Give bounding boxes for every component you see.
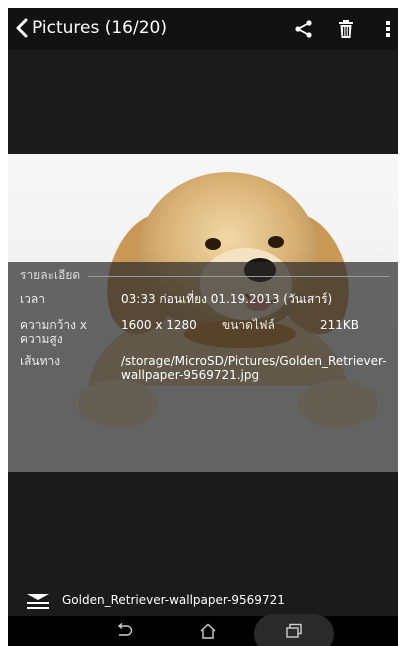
gallery-screen: Pictures (16/20) รายละเอียด เวลา 03:33 ก… bbox=[8, 8, 398, 646]
trash-icon[interactable] bbox=[332, 15, 360, 43]
filesize-label: ขนาดไฟล์ bbox=[222, 318, 275, 332]
path-value-line2: wallpaper-9569721.jpg bbox=[121, 368, 260, 382]
chevron-left-icon[interactable] bbox=[12, 16, 32, 40]
page-title[interactable]: Pictures (16/20) bbox=[32, 18, 167, 38]
dimensions-label-line1: ความกว้าง x bbox=[20, 318, 87, 332]
path-value-line1: /storage/MicroSD/Pictures/Golden_Retriev… bbox=[121, 354, 387, 368]
time-value: 03:33 ก่อนเที่ยง 01.19.2013 (วันเสาร์) bbox=[121, 292, 333, 306]
recents-icon[interactable] bbox=[274, 618, 314, 644]
file-name: Golden_Retriever-wallpaper-9569721 bbox=[62, 593, 285, 607]
share-icon[interactable] bbox=[290, 15, 318, 43]
menu-icon[interactable] bbox=[26, 592, 50, 610]
nav-back-icon[interactable] bbox=[104, 618, 144, 644]
filename-bar: Golden_Retriever-wallpaper-9569721 bbox=[8, 586, 398, 616]
details-panel: รายละเอียด เวลา 03:33 ก่อนเที่ยง 01.19.2… bbox=[8, 262, 398, 472]
dimensions-label-line2: ความสูง bbox=[20, 332, 63, 346]
more-vertical-icon[interactable] bbox=[374, 15, 398, 43]
home-icon[interactable] bbox=[188, 618, 228, 644]
time-label: เวลา bbox=[20, 292, 45, 306]
dimensions-value: 1600 x 1280 bbox=[121, 318, 197, 332]
navigation-bar bbox=[8, 614, 398, 646]
path-label: เส้นทาง bbox=[20, 354, 61, 368]
details-divider bbox=[88, 276, 390, 277]
details-heading: รายละเอียด bbox=[20, 268, 81, 282]
filesize-value: 211KB bbox=[320, 318, 360, 332]
top-app-bar: Pictures (16/20) bbox=[8, 8, 398, 50]
